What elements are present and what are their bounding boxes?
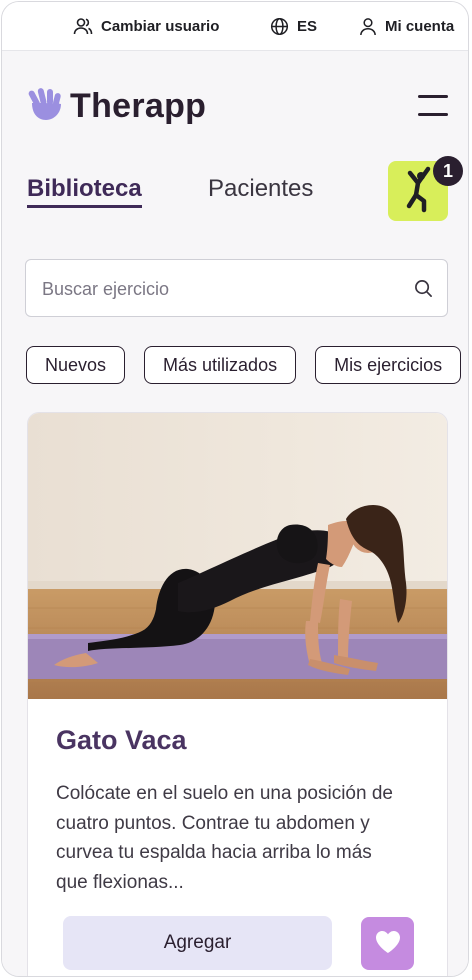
switch-user-label: Cambiar usuario [101, 17, 220, 35]
exercise-figure-icon [388, 166, 448, 225]
tab-biblioteca[interactable]: Biblioteca [27, 175, 142, 208]
app-name: Therapp [70, 87, 207, 125]
selected-count-badge: 1 [433, 156, 463, 186]
search-icon[interactable] [414, 279, 433, 303]
menu-line [418, 113, 448, 116]
menu-line [418, 95, 448, 98]
exercise-photo[interactable] [28, 413, 447, 699]
filter-chip-nuevos[interactable]: Nuevos [26, 346, 126, 384]
main-content: Therapp Biblioteca Pacientes 1 Buscar ej… [2, 51, 468, 976]
my-account-button[interactable]: Mi cuenta [359, 16, 454, 36]
heart-icon [375, 930, 401, 957]
exercise-card: Gato Vaca Colócate en el suelo en una po… [27, 412, 448, 976]
users-icon [73, 16, 93, 36]
filter-chip-mis-ejercicios[interactable]: Mis ejercicios [315, 346, 462, 384]
top-utility-bar: Cambiar usuario ES Mi cuenta [2, 2, 468, 51]
favorite-button[interactable] [361, 917, 414, 970]
add-exercise-button[interactable]: Agregar [63, 916, 332, 970]
app-frame: Cambiar usuario ES Mi cuenta Therapp Bib… [1, 1, 469, 977]
exercise-description: Colócate en el suelo en una posición de … [56, 783, 393, 893]
globe-icon [270, 17, 289, 36]
language-selector[interactable]: ES [270, 16, 317, 36]
my-account-label: Mi cuenta [385, 17, 455, 35]
search-input[interactable] [40, 260, 404, 318]
search-box [25, 259, 448, 318]
language-label: ES [297, 17, 318, 35]
user-icon [359, 17, 377, 36]
tab-pacientes[interactable]: Pacientes [208, 175, 313, 203]
hamburger-menu-icon[interactable] [416, 93, 450, 119]
exercise-title: Gato Vaca [56, 725, 187, 755]
filter-chip-mas-utilizados[interactable]: Más utilizados [144, 346, 297, 384]
filter-chips: Nuevos Más utilizados Mis ejercicios [26, 346, 462, 384]
switch-user-button[interactable]: Cambiar usuario [73, 16, 219, 36]
hand-logo-icon [28, 87, 64, 126]
app-logo[interactable]: Therapp [28, 87, 206, 126]
